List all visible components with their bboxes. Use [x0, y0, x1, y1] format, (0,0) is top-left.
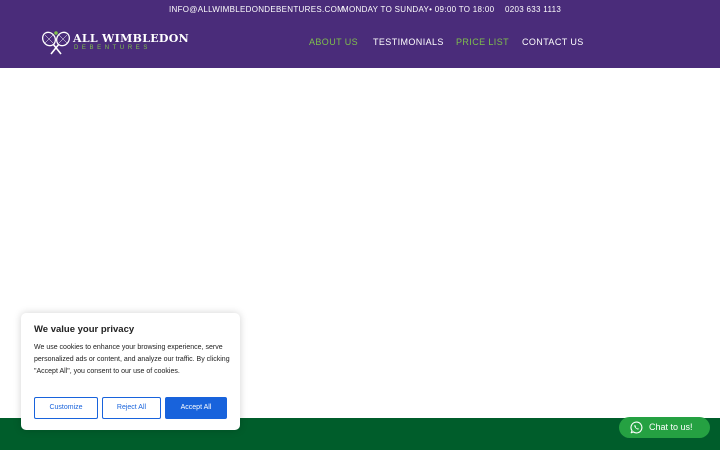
top-bar: INFO@ALLWIMBLEDONDEBENTURES.COM MONDAY T…	[0, 5, 720, 17]
reject-all-button[interactable]: Reject All	[102, 397, 161, 419]
nav-item-testimonials[interactable]: TESTIMONIALS	[373, 37, 444, 47]
accept-all-button[interactable]: Accept All	[165, 397, 227, 419]
cookie-banner-text: We use cookies to enhance your browsing …	[34, 344, 230, 375]
nav-item-contact-us[interactable]: CONTACT US	[522, 37, 584, 47]
topbar-opening-hours: MONDAY TO SUNDAY• 09:00 TO 18:00	[342, 5, 495, 14]
cookie-banner-title: We value your privacy	[34, 324, 135, 335]
topbar-email-link[interactable]: INFO@ALLWIMBLEDONDEBENTURES.COM	[169, 5, 344, 14]
chat-button-label: Chat to us!	[649, 422, 693, 432]
cookie-consent-banner: We value your privacy We use cookies to …	[21, 313, 240, 430]
whatsapp-icon	[630, 421, 643, 434]
topbar-phone-link[interactable]: 0203 633 1113	[505, 5, 561, 14]
nav-item-price-list[interactable]: PRICE LIST	[456, 37, 509, 47]
customize-button[interactable]: Customize	[34, 397, 98, 419]
main-navigation: ABOUT US TESTIMONIALS PRICE LIST CONTACT…	[0, 37, 720, 49]
site-header: INFO@ALLWIMBLEDONDEBENTURES.COM MONDAY T…	[0, 0, 720, 68]
nav-item-about-us[interactable]: ABOUT US	[309, 37, 358, 47]
chat-button[interactable]: Chat to us!	[619, 417, 710, 438]
